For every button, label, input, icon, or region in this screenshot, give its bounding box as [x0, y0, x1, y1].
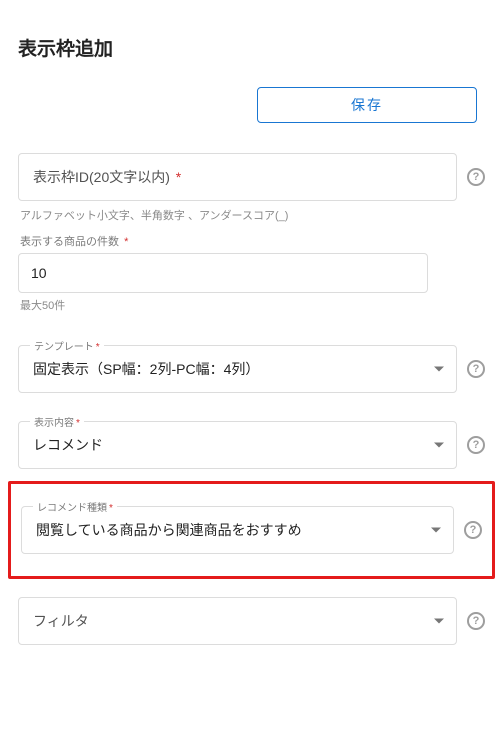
- chevron-down-icon: [434, 443, 444, 448]
- help-icon[interactable]: ?: [467, 436, 485, 454]
- display-content-row: 表示内容* レコメンド ?: [18, 421, 485, 469]
- required-mark: *: [96, 342, 100, 353]
- recommend-type-highlight: レコメンド種類* 閲覧している商品から関連商品をおすすめ ?: [8, 481, 495, 579]
- required-mark: *: [176, 169, 181, 185]
- help-icon[interactable]: ?: [467, 360, 485, 378]
- required-mark: *: [76, 418, 80, 429]
- frame-id-input[interactable]: 表示枠ID(20文字以内) *: [18, 153, 457, 201]
- recommend-type-row: レコメンド種類* 閲覧している商品から関連商品をおすすめ ?: [21, 506, 482, 554]
- required-mark: *: [109, 503, 113, 514]
- display-content-value: レコメンド: [33, 435, 103, 455]
- template-row: テンプレート* 固定表示（SP幅：2列-PC幅：4列） ?: [18, 345, 485, 393]
- recommend-type-float-label: レコメンド種類*: [33, 499, 117, 514]
- frame-id-hint: アルファベット小文字、半角数字 、アンダースコア(_): [20, 207, 485, 223]
- filter-label: フィルタ: [33, 611, 89, 631]
- filter-select[interactable]: フィルタ: [18, 597, 457, 645]
- frame-id-row: 表示枠ID(20文字以内) * ?: [18, 153, 485, 201]
- item-count-label: 表示する商品の件数: [20, 236, 119, 248]
- item-count-hint: 最大50件: [20, 297, 485, 313]
- recommend-type-value: 閲覧している商品から関連商品をおすすめ: [36, 520, 302, 540]
- help-icon[interactable]: ?: [464, 521, 482, 539]
- item-count-input-wrap[interactable]: [18, 253, 428, 293]
- chevron-down-icon: [431, 528, 441, 533]
- save-row: 保存: [18, 87, 485, 123]
- page-title: 表示枠追加: [18, 34, 485, 61]
- help-icon[interactable]: ?: [467, 612, 485, 630]
- item-count-label-row: 表示する商品の件数 *: [20, 233, 485, 249]
- template-float-label: テンプレート*: [30, 338, 104, 353]
- template-value: 固定表示（SP幅：2列-PC幅：4列）: [33, 359, 259, 379]
- save-button[interactable]: 保存: [257, 87, 477, 123]
- help-icon[interactable]: ?: [467, 168, 485, 186]
- required-mark: *: [124, 236, 128, 248]
- chevron-down-icon: [434, 619, 444, 624]
- item-count-input[interactable]: [31, 265, 415, 281]
- display-content-float-label: 表示内容*: [30, 414, 84, 429]
- filter-row: フィルタ ?: [18, 597, 485, 645]
- frame-id-label: 表示枠ID(20文字以内): [33, 169, 170, 185]
- chevron-down-icon: [434, 367, 444, 372]
